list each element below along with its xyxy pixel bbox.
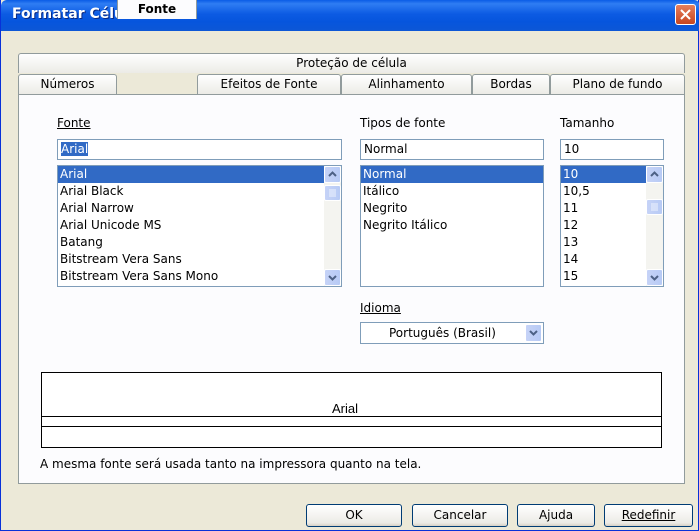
preview-baseline xyxy=(42,416,661,417)
font-name-value: Arial xyxy=(61,142,89,156)
language-value: Português (Brasil) xyxy=(389,326,496,340)
grip-icon xyxy=(329,189,336,197)
scroll-up-button[interactable] xyxy=(646,166,663,183)
tab-label: Proteção de célula xyxy=(296,56,407,70)
tab-efeitos-de-fonte[interactable]: Efeitos de Fonte xyxy=(197,74,341,94)
list-item[interactable]: Itálico xyxy=(361,183,543,200)
scroll-down-button[interactable] xyxy=(646,269,663,286)
title-bar[interactable]: Formatar Células xyxy=(1,0,699,31)
scroll-down-button[interactable] xyxy=(324,269,341,286)
font-style-list[interactable]: Normal Itálico Negrito Negrito Itálico xyxy=(360,165,544,287)
chevron-down-icon xyxy=(650,275,659,281)
font-list-scrollbar[interactable] xyxy=(324,166,341,286)
font-tab-panel: Fonte Arial Arial Arial Black Arial Narr… xyxy=(18,94,685,484)
cancel-label: Cancelar xyxy=(433,508,487,522)
scroll-up-button[interactable] xyxy=(324,166,341,183)
font-size-input[interactable]: 10 xyxy=(560,139,664,160)
close-button[interactable] xyxy=(675,4,696,25)
tab-label: Efeitos de Fonte xyxy=(220,77,318,91)
list-item[interactable]: Normal xyxy=(361,166,543,183)
list-item[interactable]: Arial Unicode MS xyxy=(58,217,341,234)
close-icon xyxy=(680,9,691,20)
chevron-up-icon xyxy=(328,171,337,177)
tab-label: Números xyxy=(40,77,95,91)
font-style-label: Tipos de fonte xyxy=(360,116,446,130)
reset-button[interactable]: Redefinir xyxy=(604,504,693,527)
list-item[interactable]: Arial Narrow xyxy=(58,200,341,217)
tab-bordas[interactable]: Bordas xyxy=(472,74,550,94)
list-item[interactable]: Negrito xyxy=(361,200,543,217)
tab-plano-de-fundo[interactable]: Plano de fundo xyxy=(550,74,685,94)
chevron-down-icon xyxy=(529,330,538,336)
cancel-button[interactable]: Cancelar xyxy=(412,504,508,527)
tab-fonte[interactable]: Fonte xyxy=(117,0,197,19)
tab-label: Bordas xyxy=(490,77,532,91)
font-size-scrollbar[interactable] xyxy=(646,166,663,286)
font-list[interactable]: Arial Arial Black Arial Narrow Arial Uni… xyxy=(57,165,342,287)
tab-protecao-celula[interactable]: Proteção de célula xyxy=(18,53,685,73)
chevron-up-icon xyxy=(650,171,659,177)
list-item[interactable]: Negrito Itálico xyxy=(361,217,543,234)
tab-label: Alinhamento xyxy=(368,77,445,91)
font-size-label: Tamanho xyxy=(560,116,615,130)
font-size-value: 10 xyxy=(564,142,580,156)
list-item[interactable]: Arial Black xyxy=(58,183,341,200)
list-item[interactable]: Bitstream Vera Sans xyxy=(58,251,341,268)
font-size-list[interactable]: 10 10,5 11 12 13 14 15 xyxy=(560,165,664,287)
help-button[interactable]: Ajuda xyxy=(517,504,595,527)
chevron-down-icon xyxy=(328,275,337,281)
language-select[interactable]: Português (Brasil) xyxy=(360,322,544,344)
font-style-value: Normal xyxy=(364,142,408,156)
tab-label: Fonte xyxy=(137,2,177,16)
info-text: A mesma fonte será usada tanto na impres… xyxy=(40,457,422,471)
language-label: Idioma xyxy=(360,301,401,315)
font-name-input[interactable]: Arial xyxy=(57,139,342,160)
tab-label: Plano de fundo xyxy=(572,77,663,91)
font-preview: Arial xyxy=(41,372,662,448)
grip-icon xyxy=(651,203,658,211)
help-label: Ajuda xyxy=(538,508,574,522)
tab-alinhamento[interactable]: Alinhamento xyxy=(341,74,472,94)
scroll-thumb[interactable] xyxy=(646,199,663,215)
list-item[interactable]: Arial xyxy=(58,166,341,183)
tab-numeros[interactable]: Números xyxy=(18,74,117,94)
list-item[interactable]: Bitstream Vera Sans Mono xyxy=(58,268,341,285)
ok-button[interactable]: OK xyxy=(306,504,402,527)
dropdown-button[interactable] xyxy=(525,324,542,342)
font-label: Fonte xyxy=(57,116,91,130)
reset-label: Redefinir xyxy=(621,508,676,522)
font-style-input[interactable]: Normal xyxy=(360,139,544,160)
scroll-thumb[interactable] xyxy=(324,185,341,201)
ok-label: OK xyxy=(345,508,363,522)
preview-divider xyxy=(42,426,661,427)
list-item[interactable]: Batang xyxy=(58,234,341,251)
format-cells-dialog: Formatar Células Proteção de célula Núme… xyxy=(0,0,699,531)
preview-text: Arial xyxy=(330,401,361,416)
